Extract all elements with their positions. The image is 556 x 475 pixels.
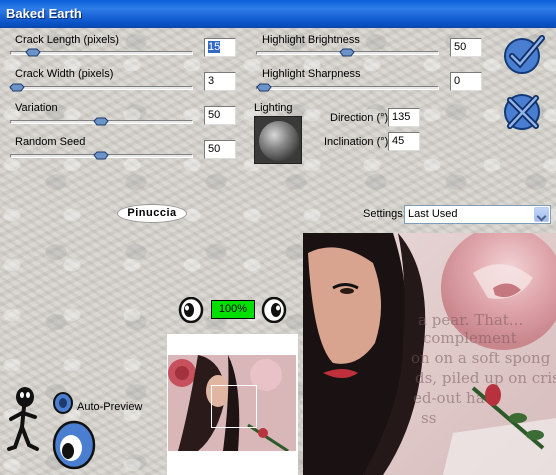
zoom-out-icon [184, 303, 194, 317]
auto-preview-label: Auto-Preview [77, 401, 143, 413]
highlight-sharpness-input[interactable]: 0 [450, 72, 482, 91]
preview-text-4: ds, piled up on crisp [415, 369, 556, 387]
figure-mascot-icon [7, 387, 39, 451]
inclination-input[interactable]: 45 [388, 132, 420, 151]
crack-length-slider-thumb[interactable] [25, 48, 41, 57]
crack-width-slider-thumb[interactable] [9, 83, 25, 92]
random-seed-label: Random Seed [15, 136, 86, 148]
random-seed-slider-thumb[interactable] [93, 151, 109, 160]
settings-dropdown[interactable]: Last Used [404, 205, 551, 224]
settings-selected-value: Last Used [408, 208, 458, 220]
zoom-in-icon [271, 303, 281, 317]
baked-earth-dialog: Baked Earth Crack Length (pixels) 15 Cra… [0, 0, 556, 475]
settings-label: Settings: [363, 208, 406, 220]
direction-label: Direction (°) [330, 112, 389, 124]
inclination-label: Inclination (°) [324, 136, 389, 148]
lighting-sphere [259, 121, 299, 161]
auto-preview-toggle[interactable] [52, 392, 74, 414]
highlight-brightness-slider-thumb[interactable] [339, 48, 355, 57]
preview-artwork: a pear. That... complement on on a soft … [303, 233, 556, 475]
crack-width-input[interactable]: 3 [204, 72, 236, 91]
preview-eye-button[interactable] [51, 419, 97, 471]
variation-slider-thumb[interactable] [93, 117, 109, 126]
ok-button[interactable] [502, 32, 546, 76]
preview-text-2: complement [423, 329, 517, 347]
zoom-level: 100% [211, 300, 255, 319]
highlight-sharpness-slider[interactable] [256, 86, 439, 90]
navigator-thumbnail[interactable] [168, 355, 296, 451]
direction-input[interactable]: 135 [388, 108, 420, 127]
highlight-brightness-label: Highlight Brightness [262, 34, 360, 46]
navigator-pane [167, 334, 298, 475]
pinuccia-logo: Pinuccia [117, 204, 187, 223]
crack-width-slider[interactable] [10, 86, 193, 90]
cancel-button[interactable] [502, 90, 546, 134]
window-title: Baked Earth [6, 6, 82, 21]
lighting-label: Lighting [254, 102, 293, 114]
preview-text-5: ed-out ha [413, 389, 485, 407]
variation-input[interactable]: 50 [204, 106, 236, 125]
zoom-in-button[interactable] [261, 297, 287, 323]
preview-image: a pear. That... complement on on a soft … [303, 233, 556, 475]
crack-width-label: Crack Width (pixels) [15, 68, 114, 80]
highlight-brightness-input[interactable]: 50 [450, 38, 482, 57]
lighting-sphere-control[interactable] [254, 116, 302, 164]
zoom-out-button[interactable] [178, 297, 204, 323]
preview-text-3: on on a soft spong [411, 349, 551, 367]
toggle-indicator-icon [59, 398, 67, 408]
highlight-sharpness-slider-thumb[interactable] [256, 83, 272, 92]
random-seed-input[interactable]: 50 [204, 140, 236, 159]
crack-length-input[interactable]: 15 [204, 38, 236, 57]
crack-length-label: Crack Length (pixels) [15, 34, 119, 46]
chevron-down-icon[interactable] [534, 207, 549, 222]
navigator-viewport-rect[interactable] [211, 385, 257, 428]
preview-text-1: a pear. That... [418, 311, 523, 329]
preview-text-6: ss [421, 409, 436, 427]
variation-label: Variation [15, 102, 58, 114]
crack-length-value: 15 [208, 41, 221, 53]
title-bar: Baked Earth [0, 0, 556, 28]
highlight-sharpness-label: Highlight Sharpness [262, 68, 361, 80]
